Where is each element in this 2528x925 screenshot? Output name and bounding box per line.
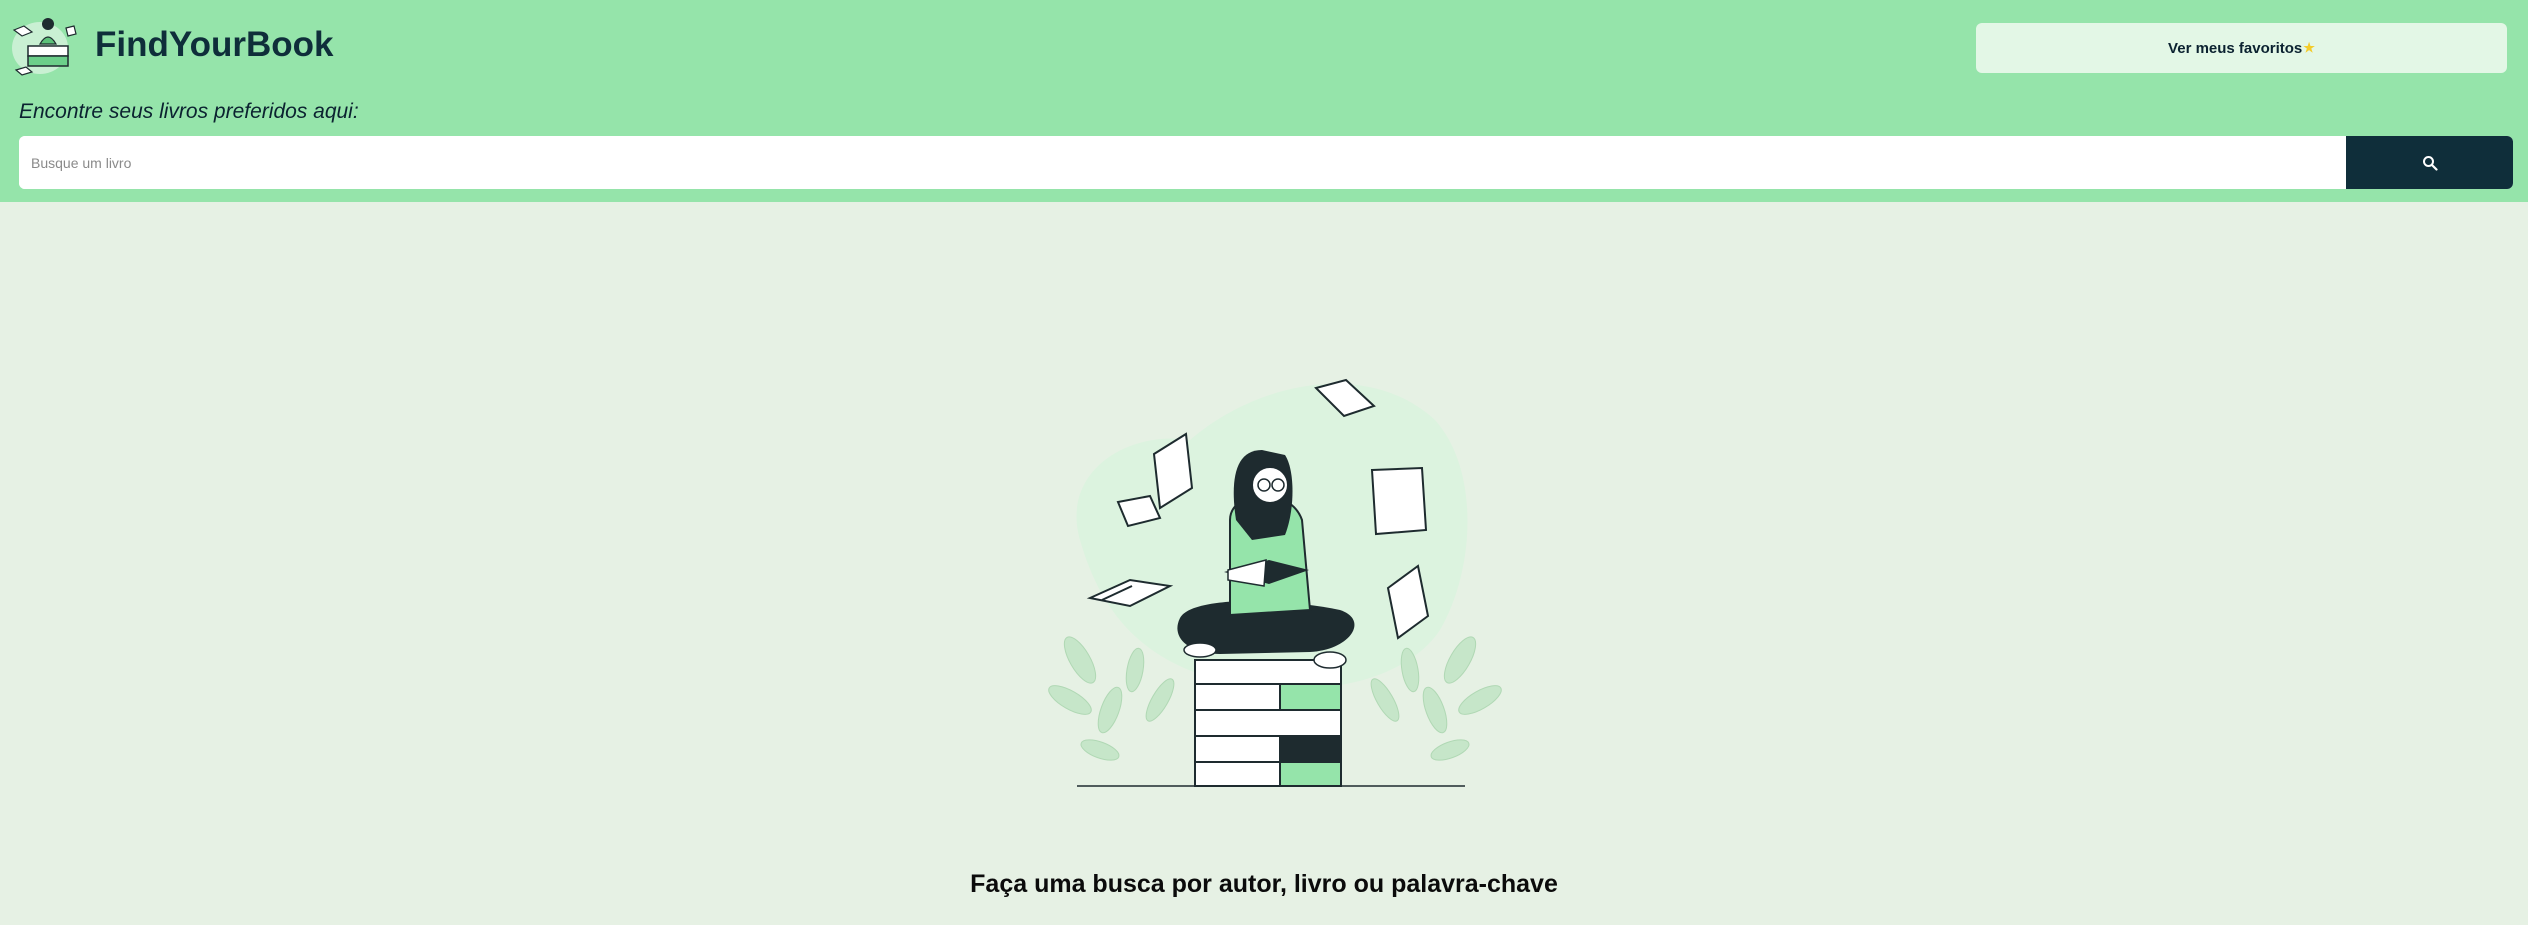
woman-reading-on-books-illustration xyxy=(1048,378,1502,787)
search-hint: Faça uma busca por autor, livro ou palav… xyxy=(970,870,1558,898)
favorites-button-label: Ver meus favoritos xyxy=(2168,39,2303,57)
app-title: FindYourBook xyxy=(95,25,334,64)
logo-icon xyxy=(12,18,77,76)
search-bar xyxy=(19,136,2513,189)
search-button[interactable] xyxy=(2346,136,2513,189)
favorites-button[interactable]: Ver meus favoritos ★ xyxy=(1976,23,2507,73)
search-icon xyxy=(2422,155,2438,171)
page-subtitle: Encontre seus livros preferidos aqui: xyxy=(19,100,359,123)
header: FindYourBook Ver meus favoritos ★ Encontr… xyxy=(0,0,2528,202)
search-input[interactable] xyxy=(19,136,2346,189)
star-icon: ★ xyxy=(2303,40,2315,55)
